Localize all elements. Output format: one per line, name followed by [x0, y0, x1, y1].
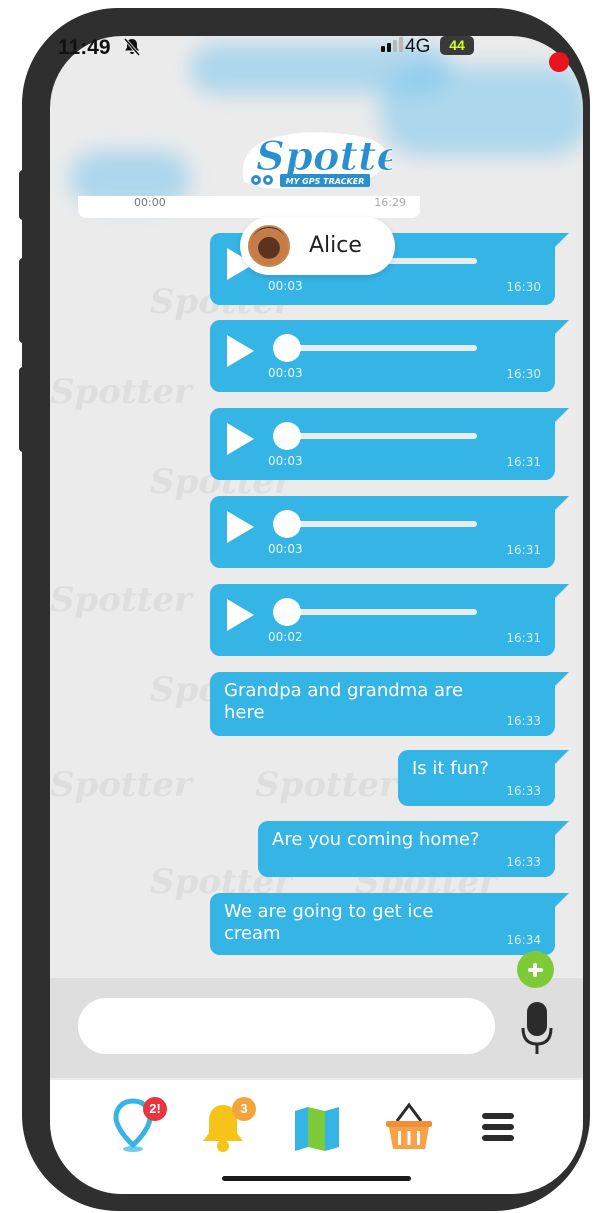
audio-progress-track[interactable]	[292, 433, 477, 439]
audio-scrubber-handle[interactable]	[273, 510, 301, 538]
avatar	[248, 225, 290, 267]
audio-scrubber-handle[interactable]	[273, 422, 301, 450]
recording-indicator	[549, 52, 569, 72]
message-time: 16:30	[506, 367, 541, 381]
microphone-icon[interactable]	[521, 1000, 553, 1056]
message-time: 16:31	[506, 631, 541, 645]
voice-message[interactable]: 00:03 16:30	[210, 320, 569, 392]
contact-name: Alice	[309, 233, 362, 258]
voice-message[interactable]: 00:02 16:31	[210, 584, 569, 656]
message-text: Grandpa and grandma are here	[224, 680, 464, 723]
message-time: 16:31	[506, 543, 541, 557]
message-text: Is it fun?	[412, 758, 489, 779]
signal-icon	[381, 36, 403, 52]
text-message[interactable]: Are you coming home? 16:33	[258, 821, 569, 877]
spotter-logo: Spotter MY GPS TRACKER	[242, 132, 392, 189]
home-indicator	[222, 1176, 411, 1181]
message-time: 16:33	[506, 714, 541, 728]
nav-location[interactable]: 2!	[109, 1095, 167, 1155]
message-time: 16:34	[506, 933, 541, 947]
nav-map[interactable]	[291, 1095, 343, 1155]
basket-icon	[386, 1102, 432, 1149]
message-input[interactable]	[78, 998, 495, 1054]
voice-duration: 00:03	[268, 279, 303, 293]
alerts-badge: 3	[232, 1097, 256, 1121]
battery-indicator: 44	[440, 36, 474, 55]
location-badge: 2!	[143, 1097, 167, 1121]
voice-duration: 00:03	[268, 454, 303, 468]
audio-progress-track[interactable]	[292, 345, 477, 351]
voice-duration: 00:02	[268, 630, 303, 644]
message-text: We are going to get ice cream	[224, 901, 434, 944]
voice-duration: 00:03	[268, 542, 303, 556]
nav-menu[interactable]	[476, 1095, 528, 1155]
network-type: 4G	[405, 36, 431, 57]
menu-icon	[482, 1113, 514, 1141]
play-icon[interactable]	[227, 599, 254, 631]
audio-scrubber-handle[interactable]	[273, 598, 301, 626]
audio-scrubber-handle[interactable]	[273, 334, 301, 362]
audio-progress-track[interactable]	[292, 521, 477, 527]
message-time: 16:30	[506, 280, 541, 294]
clock: 11:49	[58, 36, 111, 59]
previous-message-duration: 00:00	[134, 196, 166, 209]
contact-chip[interactable]: Alice	[240, 217, 395, 275]
message-time: 16:33	[506, 784, 541, 798]
text-message[interactable]: Is it fun? 16:33	[398, 750, 569, 806]
previous-message-card: 00:00 16:29	[78, 196, 420, 218]
play-icon[interactable]	[227, 423, 254, 455]
voice-duration: 00:03	[268, 366, 303, 380]
nav-alerts[interactable]: 3	[200, 1095, 256, 1155]
map-icon	[295, 1107, 339, 1151]
bell-off-icon	[122, 37, 142, 61]
blurred-map-header	[380, 66, 583, 156]
logo-tagline: MY GPS TRACKER	[286, 177, 365, 186]
text-message[interactable]: We are going to get ice cream 16:34	[210, 893, 569, 955]
logo-wordmark: Spotter	[256, 133, 392, 180]
nav-shop[interactable]	[383, 1095, 435, 1155]
voice-message[interactable]: 00:03 16:31	[210, 496, 569, 568]
audio-progress-track[interactable]	[292, 609, 477, 615]
status-bar: 11:49 4G 44	[0, 0, 597, 60]
voice-message[interactable]: 00:03 16:31	[210, 408, 569, 480]
play-icon[interactable]	[227, 335, 254, 367]
play-icon[interactable]	[227, 511, 254, 543]
text-message[interactable]: Grandpa and grandma are here 16:33	[210, 672, 569, 736]
message-time: 16:31	[506, 455, 541, 469]
message-text: Are you coming home?	[272, 829, 480, 850]
plus-icon[interactable]	[517, 951, 554, 988]
message-time: 16:33	[506, 855, 541, 869]
